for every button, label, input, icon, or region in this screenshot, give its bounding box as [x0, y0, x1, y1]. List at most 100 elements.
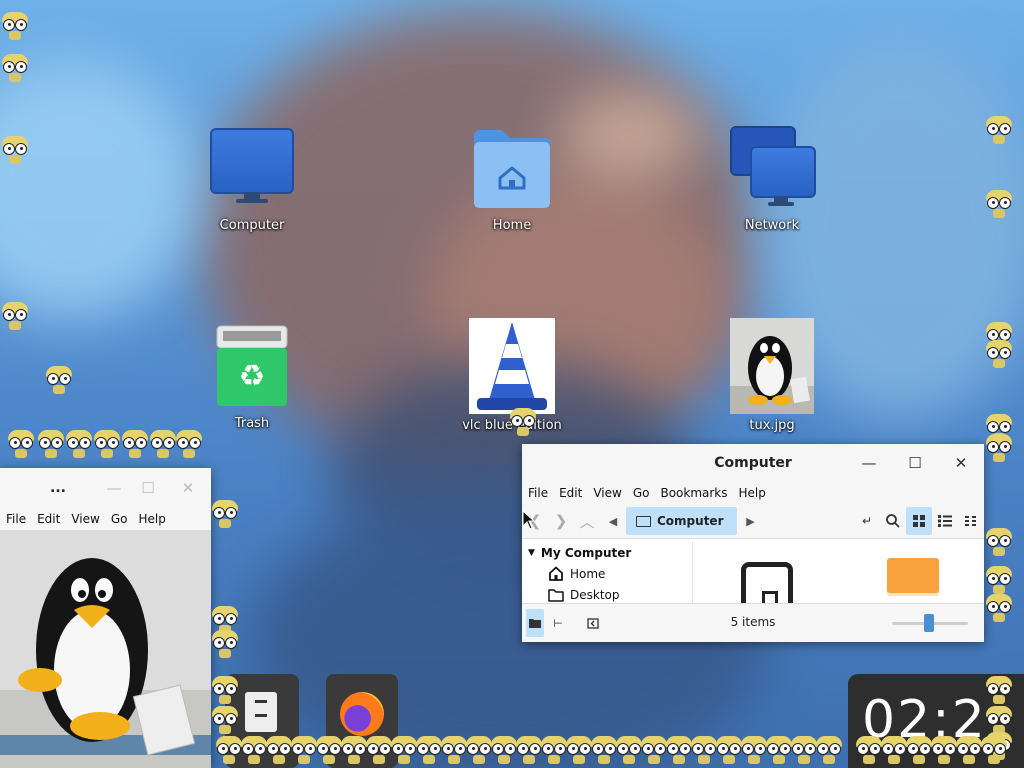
image-viewer-titlebar[interactable]: ... — ☐ ✕ [0, 468, 211, 508]
desktop-icon-trash[interactable]: ♻ Trash [192, 324, 312, 431]
desktop-icon-label: Home [492, 218, 532, 233]
minimize-button[interactable]: — [846, 444, 892, 482]
home-icon [549, 566, 563, 581]
sidebar-item-label: Desktop [570, 587, 620, 602]
toolbar: ❮ ❯ ︿ ◀ Computer ▶ ↵ [522, 504, 984, 539]
eyes-sprite-icon [150, 430, 176, 458]
eyes-sprite-icon [212, 500, 238, 528]
close-button[interactable]: ✕ [165, 469, 211, 507]
forward-button[interactable]: ❯ [548, 507, 574, 535]
desktop-icon-tux-jpg[interactable]: tux.jpg [712, 318, 832, 433]
home-folder-icon [474, 130, 550, 208]
maximize-button[interactable]: ☐ [131, 469, 165, 507]
eyes-sprite-icon [766, 736, 792, 764]
zoom-slider-handle[interactable] [924, 614, 934, 632]
eyes-sprite-icon [716, 736, 742, 764]
desktop-icon-label: Trash [234, 416, 270, 431]
eyes-sprite-icon [38, 430, 64, 458]
desktop-icon-label: tux.jpg [749, 418, 795, 433]
tux-photo [0, 530, 211, 768]
desktop-icon-label: Network [744, 218, 800, 233]
compact-view-button[interactable] [958, 507, 984, 535]
sidebar-item-desktop[interactable]: Desktop [522, 584, 692, 605]
folder-icon [548, 588, 564, 602]
search-icon[interactable] [880, 507, 906, 535]
drive-item[interactable] [741, 562, 793, 605]
expand-triangle-icon[interactable]: ▼ [528, 548, 535, 558]
eyes-sprite-icon [856, 736, 882, 764]
eyes-sprite-icon [906, 736, 932, 764]
vlc-cone-icon [469, 318, 555, 414]
breadcrumb-computer[interactable]: Computer [626, 507, 738, 535]
icon-view-button[interactable] [906, 507, 932, 535]
status-bar: ⊢ 5 items [522, 603, 984, 642]
window-title: Computer [714, 455, 792, 471]
eyes-sprite-icon [986, 116, 1012, 144]
eyes-sprite-icon [2, 12, 28, 40]
eyes-sprite-icon [2, 136, 28, 164]
desktop-icon-computer[interactable]: Computer [192, 126, 312, 233]
eyes-sprite-icon [266, 736, 292, 764]
menu-help[interactable]: Help [138, 512, 165, 526]
sidebar-section-my-computer[interactable]: ▼ My Computer [522, 542, 692, 563]
eyes-sprite-icon [341, 736, 367, 764]
breadcrumb-right-arrow-icon[interactable]: ▶ [737, 507, 763, 535]
file-view [693, 542, 984, 605]
eyes-sprite-icon [931, 736, 957, 764]
eyes-sprite-icon [66, 430, 92, 458]
menu-edit[interactable]: Edit [559, 486, 582, 500]
eyes-sprite-icon [986, 566, 1012, 594]
eyes-sprite-icon [2, 302, 28, 330]
menu-bar: File Edit View Go Help [0, 508, 211, 530]
eyes-sprite-icon [986, 528, 1012, 556]
eyes-sprite-icon [216, 736, 242, 764]
desktop-icon-home[interactable]: Home [452, 126, 572, 233]
menu-go[interactable]: Go [111, 512, 128, 526]
sidebar-item-home[interactable]: Home [522, 563, 692, 584]
eyes-sprite-icon [986, 340, 1012, 368]
menu-go[interactable]: Go [633, 486, 650, 500]
menu-file[interactable]: File [6, 512, 26, 526]
eyes-sprite-icon [986, 190, 1012, 218]
up-button[interactable]: ︿ [574, 507, 600, 535]
eyes-sprite-icon [212, 706, 238, 734]
orange-drive-item[interactable] [887, 558, 939, 596]
eyes-sprite-icon [986, 676, 1012, 704]
list-view-button[interactable] [932, 507, 958, 535]
minimize-button[interactable]: — [97, 469, 131, 507]
zoom-slider[interactable] [892, 614, 968, 632]
menu-help[interactable]: Help [739, 486, 766, 500]
menu-bookmarks[interactable]: Bookmarks [660, 486, 727, 500]
eyes-sprite-icon [741, 736, 767, 764]
eyes-sprite-icon [986, 594, 1012, 622]
maximize-button[interactable]: ☐ [892, 444, 938, 482]
close-button[interactable]: ✕ [938, 444, 984, 482]
eyes-sprite-icon [8, 430, 34, 458]
file-manager-titlebar[interactable]: Computer — ☐ ✕ [522, 444, 984, 482]
eyes-sprite-icon [981, 736, 1007, 764]
file-manager-window: Computer — ☐ ✕ File Edit View Go Bookmar… [522, 444, 984, 642]
menu-view[interactable]: View [71, 512, 99, 526]
eyes-sprite-icon [666, 736, 692, 764]
menu-edit[interactable]: Edit [37, 512, 60, 526]
eyes-sprite-icon [122, 430, 148, 458]
desktop-icon-network[interactable]: Network [712, 126, 832, 233]
eyes-sprite-icon [986, 434, 1012, 462]
eyes-sprite-icon [391, 736, 417, 764]
eyes-sprite-icon [510, 408, 536, 436]
eyes-sprite-icon [176, 430, 202, 458]
eyes-sprite-icon [466, 736, 492, 764]
eyes-sprite-icon [881, 736, 907, 764]
open-terminal-icon[interactable]: ↵ [854, 507, 880, 535]
eyes-sprite-icon [2, 54, 28, 82]
eyes-sprite-icon [566, 736, 592, 764]
eyes-sprite-icon [516, 736, 542, 764]
eyes-sprite-icon [212, 630, 238, 658]
menu-view[interactable]: View [593, 486, 621, 500]
menu-file[interactable]: File [528, 486, 548, 500]
eyes-sprite-icon [986, 706, 1012, 734]
eyes-sprite-icon [241, 736, 267, 764]
breadcrumb-left-arrow-icon[interactable]: ◀ [600, 507, 626, 535]
svg-text:♻: ♻ [239, 359, 266, 394]
eyes-sprite-icon [416, 736, 442, 764]
